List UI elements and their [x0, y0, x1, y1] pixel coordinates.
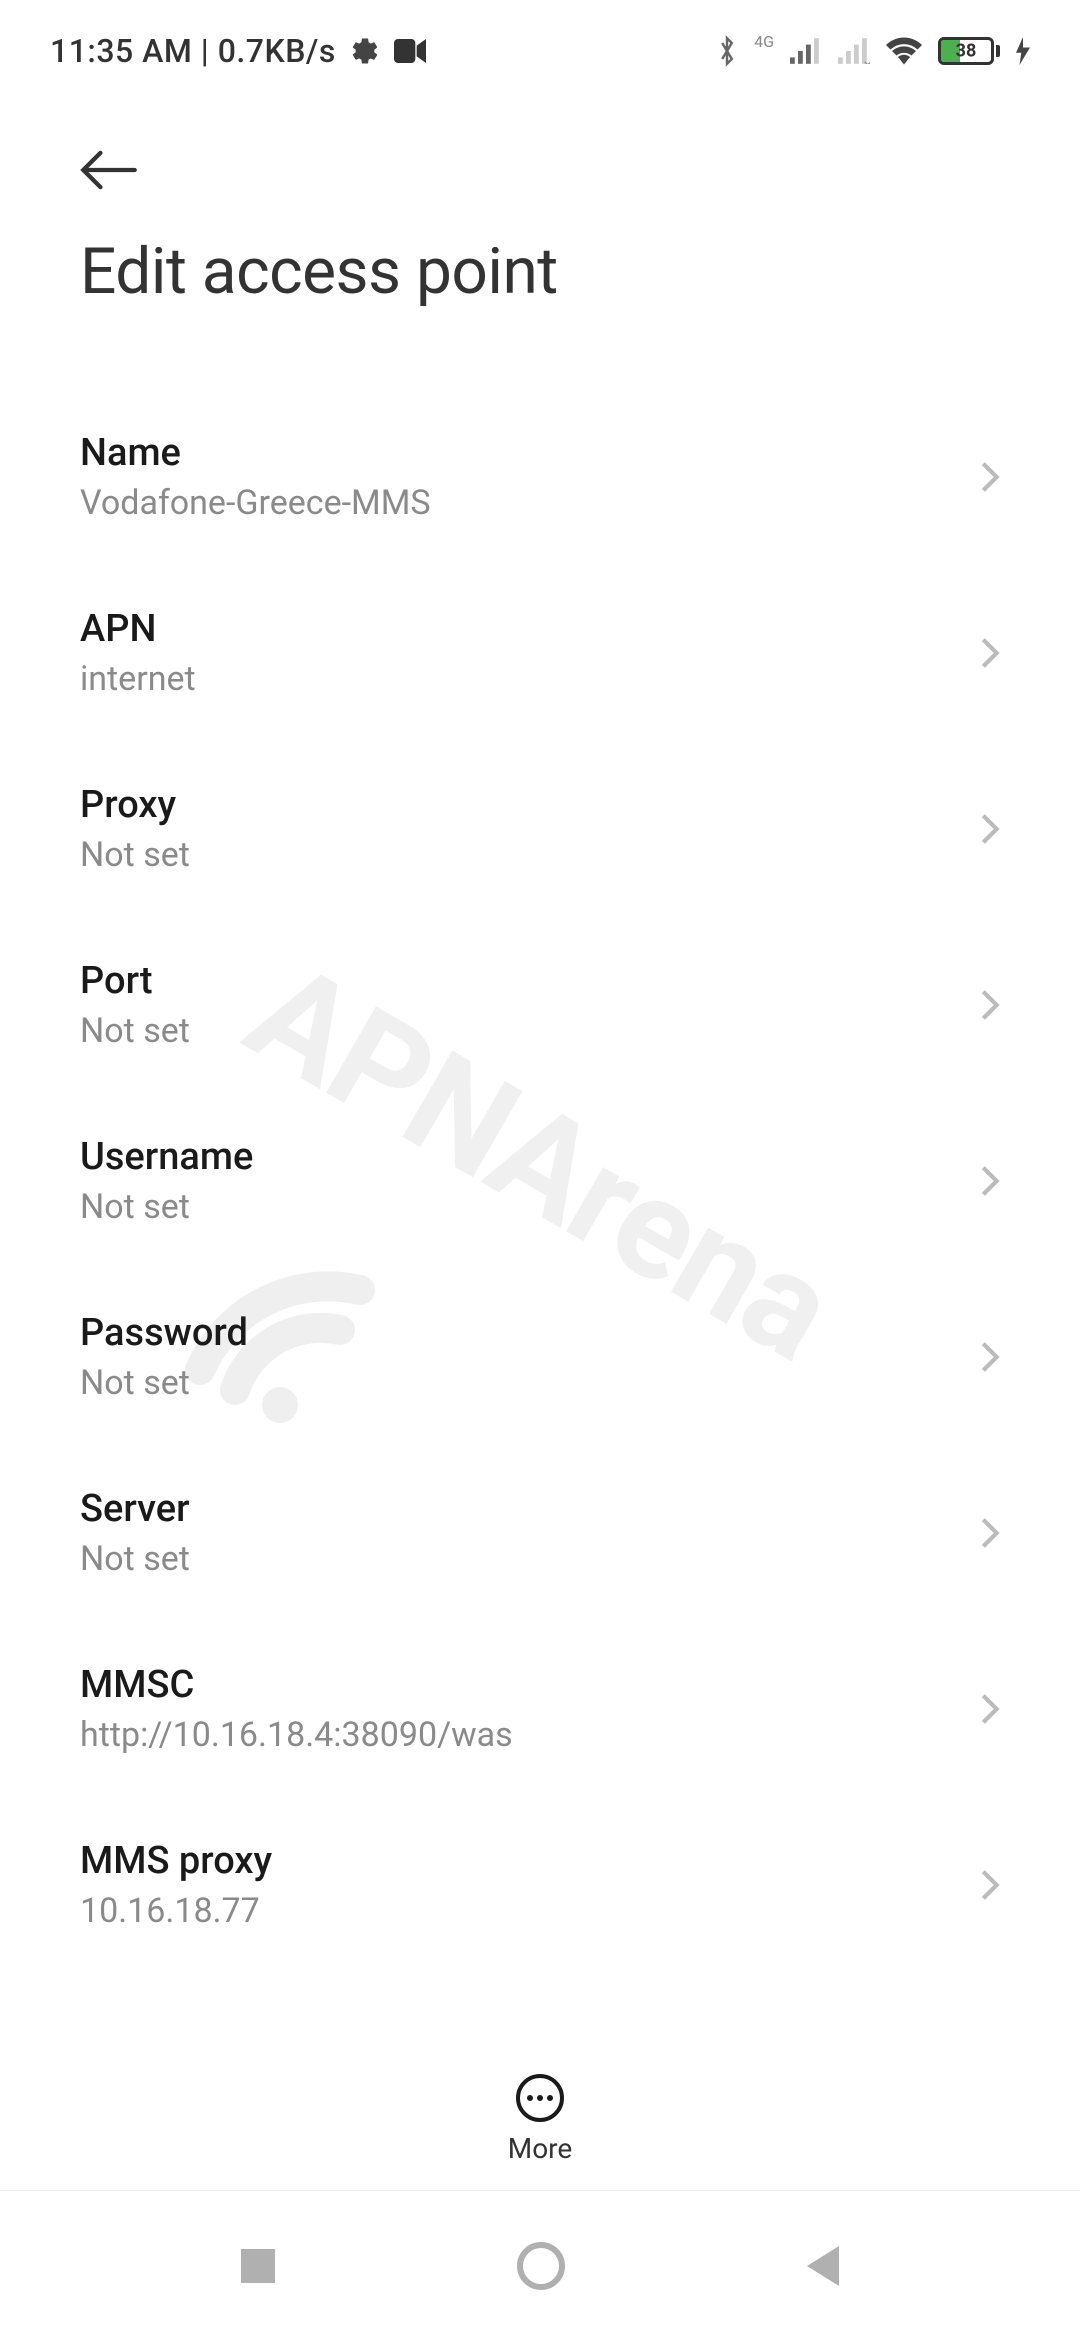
more-label: More — [508, 2132, 573, 2165]
settings-label: Proxy — [80, 783, 190, 827]
settings-value: Not set — [80, 1011, 190, 1051]
back-arrow-icon — [80, 150, 138, 190]
settings-item-username[interactable]: Username Not set — [80, 1093, 1000, 1269]
signal-icon-2: × — [838, 38, 870, 64]
settings-label: APN — [80, 607, 196, 651]
svg-text:×: × — [864, 55, 870, 64]
settings-item-password[interactable]: Password Not set — [80, 1269, 1000, 1445]
settings-value: Not set — [80, 1363, 248, 1403]
status-time: 11:35 AM | 0.7KB/s — [50, 32, 336, 70]
status-right: 4G × 38 — [716, 35, 1030, 67]
nav-back-button[interactable] — [807, 2246, 839, 2286]
settings-value: Vodafone-Greece-MMS — [80, 483, 431, 523]
settings-item-apn[interactable]: APN internet — [80, 565, 1000, 741]
settings-value: http://10.16.18.4:38090/was — [80, 1715, 513, 1755]
settings-list: Name Vodafone-Greece-MMS APN internet Pr… — [0, 329, 1080, 1973]
nav-home-button[interactable] — [517, 2242, 565, 2290]
signal-icon-1 — [790, 38, 822, 64]
status-left: 11:35 AM | 0.7KB/s — [50, 32, 426, 70]
gear-icon — [350, 36, 380, 66]
bluetooth-icon — [716, 35, 738, 67]
page-title: Edit access point — [80, 234, 1000, 309]
chevron-right-icon — [980, 812, 1000, 846]
more-dots-icon — [527, 2095, 533, 2101]
settings-value: Not set — [80, 1187, 253, 1227]
chevron-right-icon — [980, 1692, 1000, 1726]
settings-label: Username — [80, 1135, 253, 1179]
settings-value: 10.16.18.77 — [80, 1891, 272, 1931]
chevron-right-icon — [980, 1164, 1000, 1198]
settings-label: Port — [80, 959, 190, 1003]
nav-recent-button[interactable] — [241, 2249, 275, 2283]
status-bar: 11:35 AM | 0.7KB/s 4G × — [0, 0, 1080, 90]
settings-item-server[interactable]: Server Not set — [80, 1445, 1000, 1621]
battery-indicator: 38 — [938, 37, 1000, 65]
header: Edit access point — [0, 90, 1080, 329]
chevron-right-icon — [980, 460, 1000, 494]
settings-label: Name — [80, 431, 431, 475]
video-icon — [394, 39, 426, 63]
settings-value: Not set — [80, 835, 190, 875]
settings-item-mms-proxy[interactable]: MMS proxy 10.16.18.77 — [80, 1797, 1000, 1973]
system-nav-bar — [0, 2190, 1080, 2340]
chevron-right-icon — [980, 1868, 1000, 1902]
chevron-right-icon — [980, 1340, 1000, 1374]
settings-item-port[interactable]: Port Not set — [80, 917, 1000, 1093]
settings-label: MMSC — [80, 1663, 513, 1707]
settings-label: MMS proxy — [80, 1839, 272, 1883]
back-button[interactable] — [80, 140, 1000, 234]
chevron-right-icon — [980, 636, 1000, 670]
settings-label: Password — [80, 1311, 248, 1355]
more-button[interactable] — [516, 2074, 564, 2122]
settings-label: Server — [80, 1487, 190, 1531]
chevron-right-icon — [980, 988, 1000, 1022]
settings-item-mmsc[interactable]: MMSC http://10.16.18.4:38090/was — [80, 1621, 1000, 1797]
chevron-right-icon — [980, 1516, 1000, 1550]
settings-value: internet — [80, 659, 196, 699]
network-type-label: 4G — [754, 32, 774, 51]
charging-icon — [1016, 37, 1030, 65]
settings-value: Not set — [80, 1539, 190, 1579]
bottom-action-bar: More — [0, 2034, 1080, 2165]
wifi-icon — [886, 37, 922, 65]
settings-item-proxy[interactable]: Proxy Not set — [80, 741, 1000, 917]
settings-item-name[interactable]: Name Vodafone-Greece-MMS — [80, 389, 1000, 565]
